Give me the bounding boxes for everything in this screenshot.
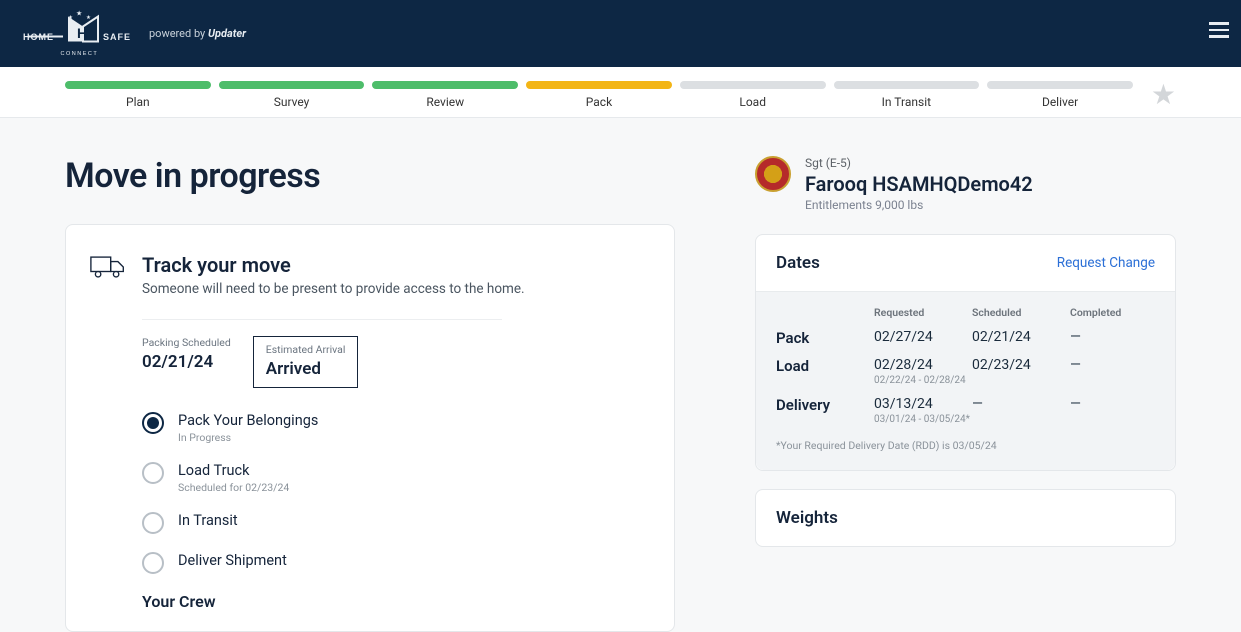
truck-icon: [90, 253, 126, 281]
arrival-value: Arrived: [266, 359, 346, 379]
dates-panel: Dates Request Change Requested Scheduled…: [755, 234, 1176, 471]
row-pack-requested: 02/27/24: [874, 329, 972, 347]
menu-icon[interactable]: [1209, 22, 1229, 38]
step-title: Load Truck: [178, 462, 289, 479]
branch-seal-icon: [755, 156, 791, 192]
homesafe-logo-icon: HOME SAFE H CONNECT ★ ★ ★: [18, 8, 133, 60]
powered-by-label: powered by Updater: [149, 27, 246, 40]
radio-icon: [142, 462, 164, 484]
step-deliver[interactable]: Deliver: [987, 81, 1133, 109]
row-delivery-requested: 03/13/24 03/01/24 - 03/05/24*: [874, 396, 972, 425]
step-title: Deliver Shipment: [178, 552, 287, 569]
left-column: Move in progress Track your move Someone…: [65, 156, 675, 632]
row-delivery-completed: —: [1070, 396, 1150, 425]
step-label: In Transit: [834, 95, 980, 109]
step-bar: [65, 81, 211, 89]
row-pack-label: Pack: [776, 329, 874, 347]
col-requested: Requested: [874, 306, 972, 319]
step-bar: [526, 81, 672, 89]
svg-text:★: ★: [68, 14, 73, 21]
step-item-load[interactable]: Load Truck Scheduled for 02/23/24: [142, 462, 650, 494]
track-heading: Track your move: [142, 253, 525, 277]
svg-text:★: ★: [86, 14, 91, 21]
step-bar: [219, 81, 365, 89]
step-label: Load: [680, 95, 826, 109]
step-survey[interactable]: Survey: [219, 81, 365, 109]
profile: Sgt (E-5) Farooq HSAMHQDemo42 Entitlemen…: [755, 156, 1176, 212]
step-bar: [680, 81, 826, 89]
dates-grid: Requested Scheduled Completed Pack 02/27…: [776, 306, 1155, 425]
step-item-pack[interactable]: Pack Your Belongings In Progress: [142, 412, 650, 444]
step-item-deliver[interactable]: Deliver Shipment: [142, 552, 650, 574]
dates-body: Requested Scheduled Completed Pack 02/27…: [756, 291, 1175, 470]
estimated-arrival: Estimated Arrival Arrived: [253, 336, 359, 388]
svg-text:H: H: [77, 25, 87, 41]
track-header: Track your move Someone will need to be …: [90, 253, 650, 297]
step-bar: [372, 81, 518, 89]
step-in-transit[interactable]: In Transit: [834, 81, 980, 109]
step-label: Plan: [65, 95, 211, 109]
move-steps-list: Pack Your Belongings In Progress Load Tr…: [142, 412, 650, 574]
dates-panel-header: Dates Request Change: [756, 235, 1175, 291]
weights-heading: Weights: [776, 508, 1155, 528]
step-review[interactable]: Review: [372, 81, 518, 109]
step-sub: Scheduled for 02/23/24: [178, 481, 289, 494]
packing-scheduled: Packing Scheduled 02/21/24: [142, 336, 231, 388]
step-bar: [987, 81, 1133, 89]
weights-panel: Weights: [755, 489, 1176, 547]
row-load-completed: —: [1070, 357, 1150, 386]
step-label: Deliver: [987, 95, 1133, 109]
row-pack-completed: —: [1070, 329, 1150, 347]
step-load[interactable]: Load: [680, 81, 826, 109]
profile-rank: Sgt (E-5): [805, 156, 1033, 170]
favorite-star-icon[interactable]: ★: [1151, 81, 1176, 109]
svg-text:SAFE: SAFE: [103, 32, 131, 42]
row-pack-scheduled: 02/21/24: [972, 329, 1070, 347]
step-title: Pack Your Belongings: [178, 412, 318, 429]
request-change-link[interactable]: Request Change: [1057, 255, 1155, 271]
step-bar: [834, 81, 980, 89]
col-scheduled: Scheduled: [972, 306, 1070, 319]
profile-name: Farooq HSAMHQDemo42: [805, 172, 1033, 196]
schedule-row: Packing Scheduled 02/21/24 Estimated Arr…: [142, 336, 650, 388]
track-subheading: Someone will need to be present to provi…: [142, 281, 525, 297]
main-content: Move in progress Track your move Someone…: [0, 118, 1241, 632]
row-delivery-label: Delivery: [776, 396, 874, 414]
row-delivery-scheduled: —: [972, 396, 1070, 425]
svg-text:HOME: HOME: [23, 32, 54, 42]
radio-icon: [142, 412, 164, 434]
right-column: Sgt (E-5) Farooq HSAMHQDemo42 Entitlemen…: [755, 156, 1176, 632]
radio-icon: [142, 512, 164, 534]
page-title: Move in progress: [65, 156, 675, 196]
packing-label: Packing Scheduled: [142, 336, 231, 349]
packing-value: 02/21/24: [142, 352, 231, 372]
row-load-label: Load: [776, 357, 874, 375]
logo[interactable]: HOME SAFE H CONNECT ★ ★ ★ powered by Upd…: [18, 8, 246, 60]
step-label: Survey: [219, 95, 365, 109]
svg-text:★: ★: [76, 9, 82, 17]
track-card: Track your move Someone will need to be …: [65, 224, 675, 632]
dates-footnote: *Your Required Delivery Date (RDD) is 03…: [776, 439, 1155, 452]
row-load-requested: 02/28/24 02/22/24 - 02/28/24: [874, 357, 972, 386]
step-item-transit[interactable]: In Transit: [142, 512, 650, 534]
topbar: HOME SAFE H CONNECT ★ ★ ★ powered by Upd…: [0, 0, 1241, 67]
svg-text:CONNECT: CONNECT: [61, 51, 99, 57]
row-load-scheduled: 02/23/24: [972, 357, 1070, 386]
step-plan[interactable]: Plan: [65, 81, 211, 109]
step-sub: In Progress: [178, 431, 318, 444]
step-label: Pack: [526, 95, 672, 109]
step-title: In Transit: [178, 512, 238, 529]
radio-icon: [142, 552, 164, 574]
col-completed: Completed: [1070, 306, 1150, 319]
crew-heading: Your Crew: [142, 592, 650, 611]
divider: [142, 319, 502, 320]
step-pack[interactable]: Pack: [526, 81, 672, 109]
progress-stepper: Plan Survey Review Pack Load In Transit …: [0, 67, 1241, 118]
dates-heading: Dates: [776, 253, 820, 273]
step-label: Review: [372, 95, 518, 109]
profile-entitlements: Entitlements 9,000 lbs: [805, 198, 1033, 212]
arrival-label: Estimated Arrival: [266, 343, 346, 356]
